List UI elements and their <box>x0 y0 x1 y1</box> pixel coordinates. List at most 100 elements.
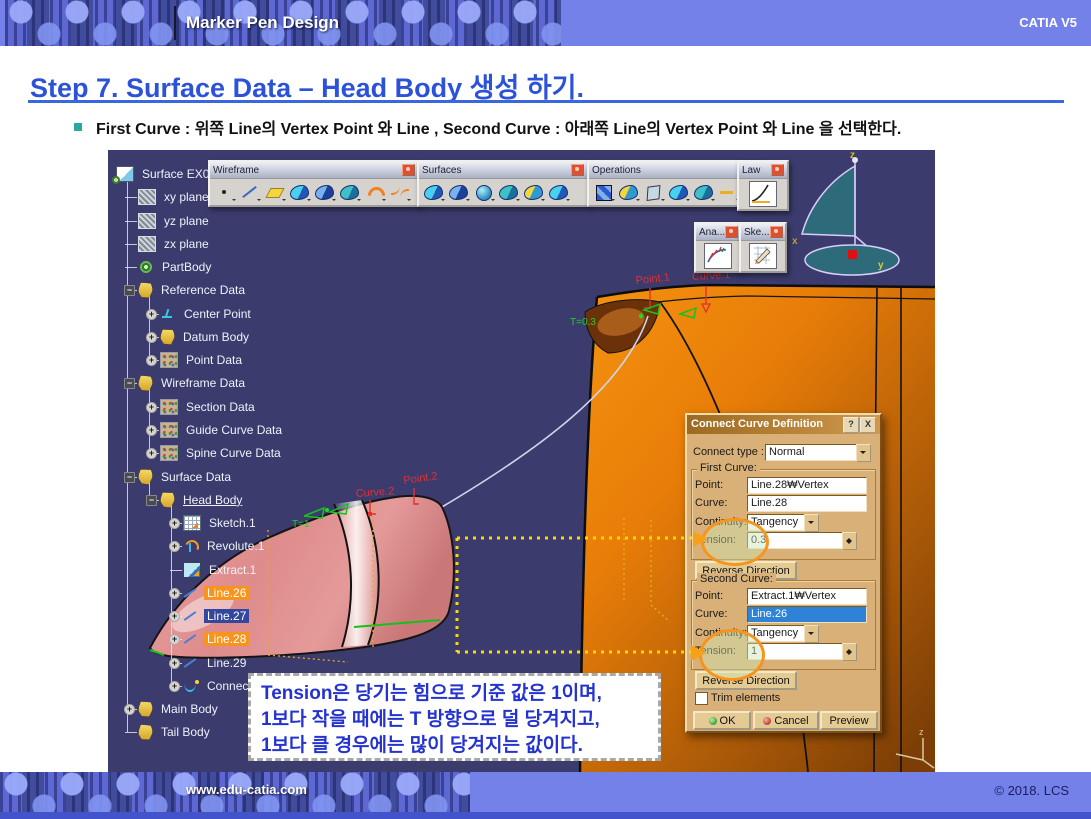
chevron-down-icon[interactable] <box>804 625 819 643</box>
collapse-icon[interactable]: − <box>146 495 157 506</box>
tree-item-guide-curve-data[interactable]: +Guide Curve Data <box>108 420 285 440</box>
extract-surface-icon[interactable] <box>668 183 690 202</box>
spline-icon[interactable] <box>389 183 411 202</box>
sweep-icon[interactable] <box>523 183 545 202</box>
close-icon[interactable] <box>725 226 738 238</box>
reflect-line-icon[interactable] <box>339 183 361 202</box>
expand-icon[interactable]: + <box>146 402 157 413</box>
tree-item-line-28[interactable]: +Line.28 <box>108 629 249 649</box>
corner-icon[interactable] <box>364 183 386 202</box>
intersection-icon[interactable] <box>314 183 336 202</box>
tree-item-point-data[interactable]: +Point Data <box>108 350 245 370</box>
wireframe-toolbar[interactable]: Wireframe <box>208 160 420 207</box>
second-curve-field[interactable]: Line.26 <box>747 606 867 623</box>
expand-icon[interactable]: + <box>146 448 157 459</box>
close-icon[interactable] <box>770 226 783 238</box>
close-icon[interactable] <box>771 164 784 176</box>
tree-item-sketch-1[interactable]: +Sketch.1 <box>108 513 259 533</box>
tree-item-extract-1[interactable]: Extract.1 <box>108 560 259 580</box>
help-button[interactable]: ? <box>843 417 859 433</box>
extrude-icon[interactable] <box>423 183 445 202</box>
tree-item-spine-curve-data[interactable]: + Spine Curve Data <box>108 443 284 463</box>
line-icon[interactable] <box>239 183 261 202</box>
trim-elements-checkbox[interactable] <box>695 692 708 705</box>
tree-item-label: Main Body <box>158 702 221 716</box>
close-icon[interactable] <box>402 164 415 176</box>
tree-item-line-26[interactable]: +Line.26 <box>108 583 249 603</box>
tree-item-section-data[interactable]: +Section Data <box>108 397 258 417</box>
compass-z-label: z <box>850 150 855 161</box>
expand-icon[interactable]: + <box>146 425 157 436</box>
tree-item-wireframe-data[interactable]: −Wireframe Data <box>108 373 248 393</box>
preview-button[interactable]: Preview <box>820 711 878 730</box>
boundary-icon[interactable] <box>643 183 665 202</box>
first-curve-field[interactable]: Line.28 <box>747 495 867 512</box>
ok-button[interactable]: OK <box>693 711 751 730</box>
tree-item-center-point[interactable]: +Center Point <box>108 304 254 324</box>
offset-icon[interactable] <box>498 183 520 202</box>
tree-item-datum-body[interactable]: +Datum Body <box>108 327 252 347</box>
website-link[interactable]: www.edu-catia.com <box>186 782 307 797</box>
second-point-field[interactable]: Extract.1₩Vertex <box>747 588 867 605</box>
tree-item-revolute-1[interactable]: +Revolute.1 <box>108 536 267 556</box>
compass[interactable]: z x y <box>792 150 899 275</box>
tree-item-zx-plane[interactable]: zx plane <box>108 234 212 254</box>
plane-icon[interactable] <box>264 183 286 202</box>
collapse-icon[interactable]: − <box>124 378 135 389</box>
tree-item-xy-plane[interactable]: xy plane <box>108 187 212 207</box>
spinner-icon[interactable] <box>842 643 857 661</box>
connect-curve-definition-dialog[interactable]: Connect Curve Definition ? X Connect typ… <box>685 413 882 733</box>
tree-item-tail-body[interactable]: Tail Body <box>108 722 213 742</box>
analysis-toolbar[interactable]: Ana... <box>694 222 741 273</box>
collapse-icon[interactable]: − <box>124 285 135 296</box>
fillet-icon[interactable] <box>693 183 715 202</box>
3d-viewport[interactable]: Curve.2 Point.2 T=1 Point.1 Curve.1 T=0.… <box>108 150 935 772</box>
collapse-icon[interactable]: − <box>124 472 135 483</box>
chevron-down-icon[interactable] <box>856 444 871 462</box>
expand-icon[interactable]: + <box>146 332 157 343</box>
fill-icon[interactable] <box>548 183 570 202</box>
point-icon[interactable] <box>214 183 236 202</box>
tree-item-head-body[interactable]: −Head Body <box>108 490 245 510</box>
split-icon[interactable] <box>618 183 640 202</box>
expand-icon[interactable]: + <box>146 355 157 366</box>
tree-item-reference-data[interactable]: −Reference Data <box>108 280 248 300</box>
revolve-icon[interactable] <box>448 183 470 202</box>
join-icon[interactable] <box>593 183 615 202</box>
expand-icon[interactable]: + <box>124 704 135 715</box>
chevron-down-icon[interactable] <box>804 514 819 532</box>
sphere-icon[interactable] <box>473 183 495 202</box>
expand-icon[interactable]: + <box>146 309 157 320</box>
tree-item-partbody[interactable]: PartBody <box>108 257 214 277</box>
tree-item-line-29[interactable]: +Line.29 <box>108 653 249 673</box>
tree-item-main-body[interactable]: + Main Body <box>108 699 221 719</box>
note-line: 1보다 클 경우에는 많이 당겨지는 값이다. <box>261 733 648 759</box>
first-point-field[interactable]: Line.28₩Vertex <box>747 477 867 494</box>
expand-icon[interactable]: + <box>169 588 180 599</box>
law-curve-icon[interactable] <box>749 181 777 207</box>
sketcher-toolbar[interactable]: Ske... <box>739 222 787 273</box>
curvature-analysis-icon[interactable] <box>704 243 732 269</box>
projection-icon[interactable] <box>289 183 311 202</box>
tree-item-label: Spine Curve Data <box>183 446 284 460</box>
sketcher-icon[interactable] <box>749 243 777 269</box>
expand-icon[interactable]: + <box>169 518 180 529</box>
close-icon[interactable] <box>571 164 584 176</box>
law-toolbar[interactable]: Law <box>737 160 789 211</box>
close-button[interactable]: X <box>860 417 876 433</box>
surfaces-toolbar[interactable]: Surfaces <box>417 160 589 207</box>
tree-item-yz-plane[interactable]: yz plane <box>108 211 212 231</box>
connect-type-select[interactable]: Normal <box>765 444 857 461</box>
expand-icon[interactable]: + <box>169 658 180 669</box>
tension1-highlight-circle <box>701 518 769 566</box>
tree-item-line-27[interactable]: +Line.27 <box>108 606 249 626</box>
tree-item-surface-ex08[interactable]: Surface EX08 <box>108 164 219 184</box>
expand-icon[interactable]: + <box>169 611 180 622</box>
expand-icon[interactable]: + <box>169 634 180 645</box>
cancel-button[interactable]: Cancel <box>753 711 819 730</box>
expand-icon[interactable]: + <box>169 541 180 552</box>
tree-item-connect-1[interactable]: +Connect.1 <box>108 676 265 696</box>
spinner-icon[interactable] <box>842 532 857 550</box>
tree-item-surface-data[interactable]: −Surface Data <box>108 467 234 487</box>
expand-icon[interactable]: + <box>169 681 180 692</box>
